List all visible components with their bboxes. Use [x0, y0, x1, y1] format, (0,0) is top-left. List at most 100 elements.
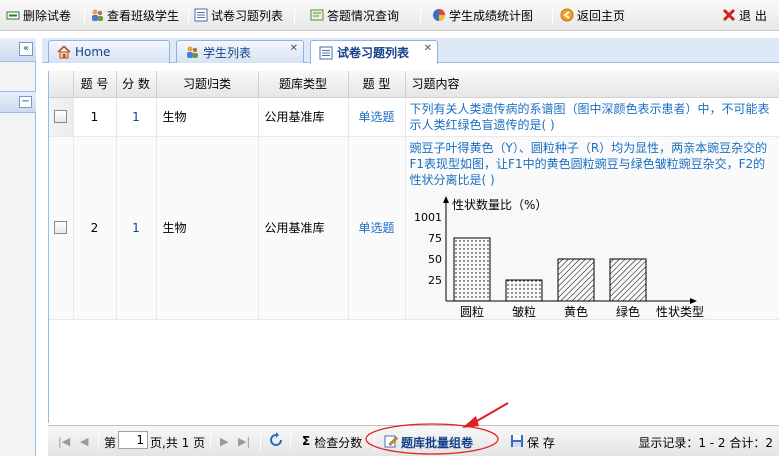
back-home-button[interactable]: 返回主页	[560, 5, 625, 25]
column-header-num[interactable]: 题 号	[73, 71, 117, 98]
list-icon	[319, 46, 333, 60]
last-page-icon[interactable]: ▶|	[238, 435, 250, 448]
row-category: 生物	[156, 97, 259, 137]
column-header-bank-type[interactable]: 题库类型	[258, 71, 349, 98]
answer-status-button[interactable]: 答题情况查询	[310, 5, 399, 25]
column-header-score[interactable]: 分 数	[116, 71, 157, 98]
exercise-grid: 题 号 分 数 习题归类 题库类型 题 型 习题内容 1 1 生物 公用基准库 …	[48, 71, 779, 423]
left-panel: « −	[0, 38, 36, 456]
x-tick-label: 圆粒	[459, 304, 483, 319]
tab-home[interactable]: Home	[48, 40, 170, 63]
bar	[505, 279, 542, 301]
x-tick-label: 绿色	[615, 304, 639, 319]
row-content[interactable]: 豌豆子叶得黄色（Y）、圆粒种子（R）均为显性，两亲本豌豆杂交的F1表现型如图，让…	[406, 137, 779, 191]
batch-compose-button[interactable]: 题库批量组卷	[384, 434, 473, 451]
collapse-section-button[interactable]: −	[19, 96, 32, 108]
home-icon	[57, 45, 71, 59]
row-category: 生物	[156, 136, 259, 320]
page-number-input[interactable]	[118, 431, 148, 449]
save-button[interactable]: 保 存	[510, 434, 555, 451]
view-class-students-label: 查看班级学生	[107, 8, 180, 23]
column-header-content[interactable]: 习题内容	[405, 71, 779, 98]
refresh-icon[interactable]	[268, 432, 284, 451]
delete-paper-button[interactable]: 删除试卷	[6, 5, 71, 25]
save-icon	[510, 434, 524, 448]
score-chart-label: 学生成绩统计图	[449, 8, 534, 23]
users-icon	[90, 8, 104, 22]
pie-chart-icon	[432, 8, 446, 22]
row-kind[interactable]: 单选题	[348, 136, 406, 320]
delete-paper-label: 删除试卷	[23, 8, 72, 23]
row-num: 2	[73, 136, 117, 320]
list-icon	[194, 8, 208, 22]
query-icon	[310, 8, 324, 22]
page-label: 第	[104, 436, 117, 450]
record-summary: 显示记录：1 - 2 合计：2	[638, 436, 773, 450]
users-icon	[185, 45, 199, 59]
pager: |◀ ◀ 第 页,共 1 页 ▶ ▶| Σ 检查分数 题库批量组卷 保 存 显示…	[48, 425, 779, 456]
next-page-icon[interactable]: ▶	[220, 435, 228, 448]
score-chart-button[interactable]: 学生成绩统计图	[432, 5, 533, 25]
x-axis-label: 性状类型	[656, 305, 704, 319]
row-bank-type: 公用基准库	[258, 136, 349, 320]
left-panel-section: −	[0, 91, 36, 113]
page-total: 页,共 1 页	[150, 436, 206, 450]
column-header-kind[interactable]: 题 型	[348, 71, 406, 98]
tab-exercise-list[interactable]: 试卷习题列表 ✕	[310, 40, 438, 64]
tab-strip: Home 学生列表 ✕ 试卷习题列表 ✕	[42, 38, 779, 64]
exercise-list-label: 试卷习题列表	[211, 8, 284, 23]
check-score-button[interactable]: Σ 检查分数	[302, 434, 362, 451]
batch-compose-label: 题库批量组卷	[401, 436, 474, 450]
bar	[557, 258, 594, 301]
toolbar: 删除试卷 查看班级学生 试卷习题列表 答题情况查询 学生成绩统计图 返回主页 退…	[0, 0, 779, 31]
bar	[609, 258, 646, 301]
back-icon	[560, 8, 574, 22]
tab-exercise-list-label: 试卷习题列表	[337, 46, 410, 60]
y-tick-label: 50	[428, 253, 442, 266]
prev-page-icon[interactable]: ◀	[80, 435, 88, 448]
y-axis-arrow	[442, 195, 449, 203]
table-row[interactable]: 2 1 生物 公用基准库 单选题 豌豆子叶得黄色（Y）、圆粒种子（R）均为显性，…	[49, 136, 779, 320]
exit-label: 退 出	[739, 8, 767, 23]
x-tick-label: 黄色	[563, 305, 587, 319]
left-panel-header: «	[0, 38, 36, 62]
collapse-panel-button[interactable]: «	[19, 42, 33, 56]
y-tick-label: 25	[428, 274, 442, 287]
tab-student-list[interactable]: 学生列表 ✕	[176, 40, 304, 63]
row-content[interactable]: 下列有关人类遗传病的系谱图（图中深颜色表示患者）中，不可能表示人类红绿色盲遗传的…	[406, 98, 779, 136]
x-tick-label: 皱粒	[511, 304, 535, 319]
close-tab-icon[interactable]: ✕	[424, 43, 432, 54]
select-all-header[interactable]	[49, 71, 74, 98]
first-page-icon[interactable]: |◀	[58, 435, 70, 448]
y-tick-label: 1001	[414, 211, 442, 224]
tab-student-list-label: 学生列表	[203, 45, 252, 60]
row-checkbox[interactable]	[54, 110, 68, 123]
row-bank-type: 公用基准库	[258, 97, 349, 137]
answer-status-label: 答题情况查询	[327, 8, 400, 23]
y-tick-label: 75	[428, 232, 442, 245]
tab-home-label: Home	[75, 45, 111, 59]
grid-header: 题 号 分 数 习题归类 题库类型 题 型 习题内容	[49, 71, 779, 98]
column-header-category[interactable]: 习题归类	[156, 71, 259, 98]
sigma-icon: Σ	[302, 434, 311, 448]
close-tab-icon[interactable]: ✕	[290, 43, 298, 54]
row-checkbox[interactable]	[54, 221, 68, 234]
exercise-list-button[interactable]: 试卷习题列表	[194, 5, 283, 25]
row-score: 1	[116, 136, 157, 320]
x-axis-arrow	[689, 297, 697, 304]
chart-svg: 性状数量比（%）2550751001圆粒皱粒黄色绿色性状类型...	[414, 195, 721, 319]
trait-ratio-chart: 性状数量比（%）2550751001圆粒皱粒黄色绿色性状类型...	[409, 190, 721, 319]
back-home-label: 返回主页	[577, 8, 626, 23]
table-row[interactable]: 1 1 生物 公用基准库 单选题 下列有关人类遗传病的系谱图（图中深颜色表示患者…	[49, 97, 779, 137]
edit-icon	[384, 434, 398, 448]
row-kind[interactable]: 单选题	[348, 97, 406, 137]
save-label: 保 存	[527, 436, 555, 450]
bar	[453, 237, 490, 301]
view-class-students-button[interactable]: 查看班级学生	[90, 5, 179, 25]
delete-icon	[6, 8, 20, 22]
y-axis-label: 性状数量比（%）	[452, 197, 547, 212]
close-icon	[722, 8, 736, 22]
row-num: 1	[73, 97, 117, 137]
check-score-label: 检查分数	[314, 436, 363, 450]
exit-button[interactable]: 退 出	[722, 5, 767, 25]
